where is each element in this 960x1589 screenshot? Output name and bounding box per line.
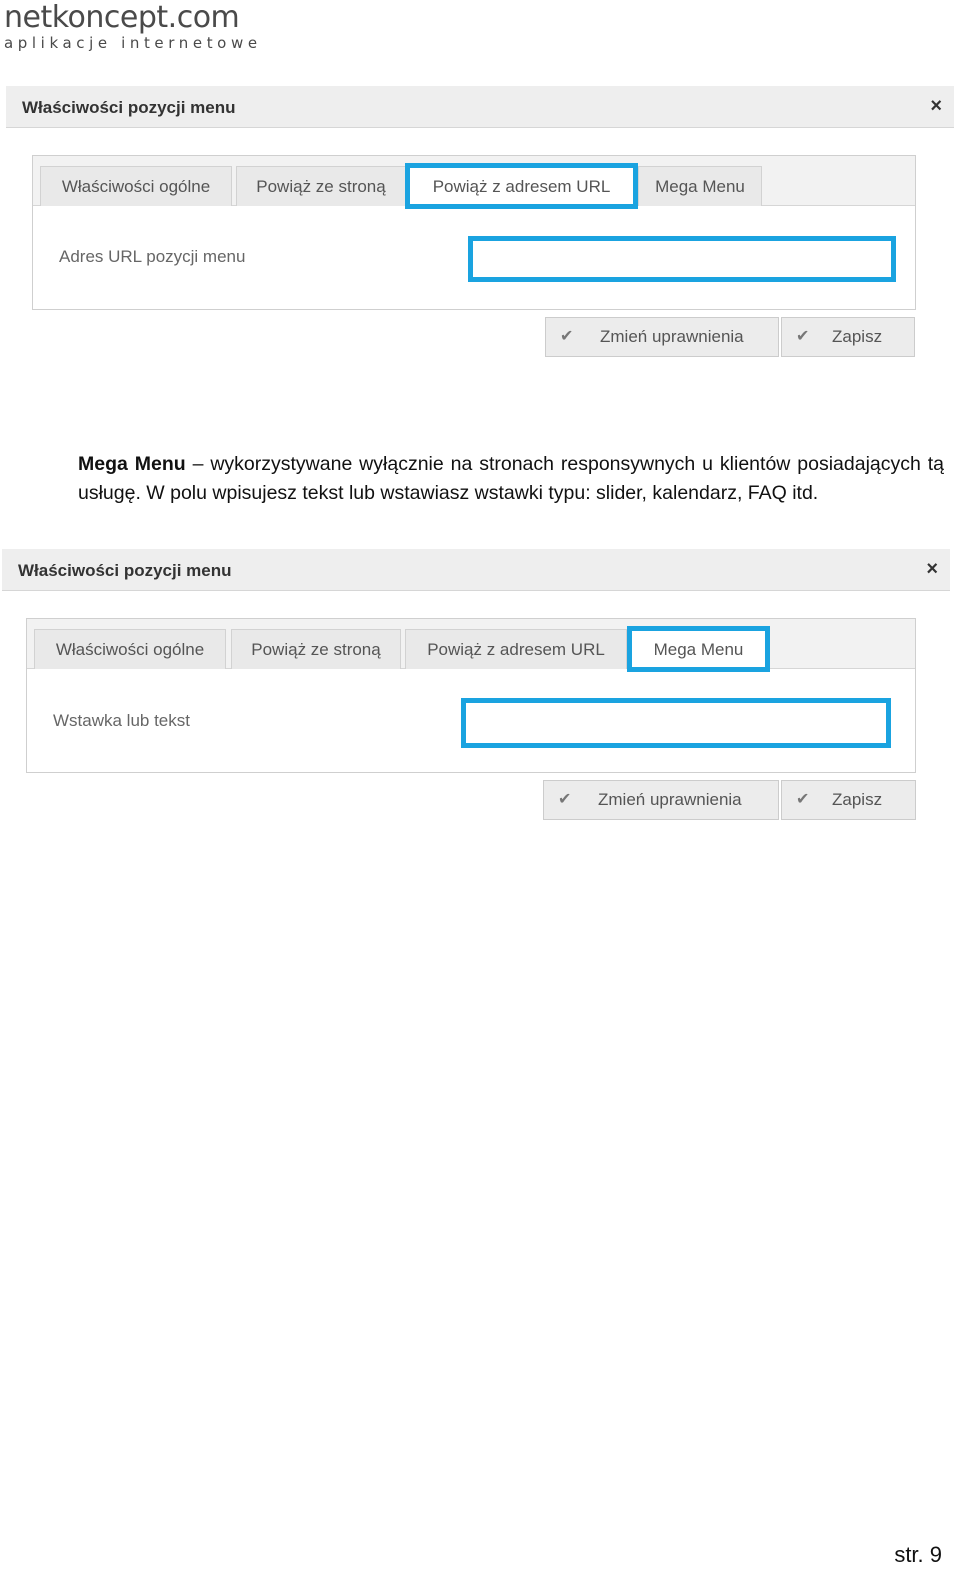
tab-link-to-url[interactable]: Powiąż z adresem URL [405, 629, 627, 669]
tab-strip: Właściwości ogólne Powiąż ze stroną Powi… [33, 156, 915, 209]
dialog-title: Właściwości pozycji menu [18, 561, 232, 580]
tab-panel: Właściwości ogólne Powiąż ze stroną Powi… [32, 155, 916, 310]
logo-tagline: aplikacje internetowe [4, 34, 262, 52]
save-button[interactable]: ✔ Zapisz [781, 317, 915, 357]
description-text: wykorzystywane wyłącznie na stronach res… [78, 453, 945, 504]
tab-link-to-page[interactable]: Powiąż ze stroną [231, 629, 401, 669]
tab-mega-menu[interactable]: Mega Menu [627, 626, 770, 672]
insert-or-text-label: Wstawka lub tekst [53, 711, 190, 730]
mega-menu-description: Mega Menu – wykorzystywane wyłącznie na … [78, 450, 944, 508]
dialog-title: Właściwości pozycji menu [22, 98, 236, 117]
tab-mega-menu[interactable]: Mega Menu [638, 166, 762, 206]
description-term: Mega Menu [78, 453, 186, 475]
check-icon: ✔ [560, 328, 574, 345]
dialog-title-bar: Właściwości pozycji menu × [2, 549, 950, 591]
page-number: str. 9 [894, 1542, 942, 1567]
netkoncept-logo: netkoncept.com aplikacje internetowe [4, 0, 262, 52]
logo-name: netkoncept.com [4, 0, 240, 35]
tab-general-properties[interactable]: Właściwości ogólne [40, 166, 232, 206]
tab-link-to-url[interactable]: Powiąż z adresem URL [405, 163, 638, 209]
insert-or-text-input[interactable] [461, 698, 891, 748]
save-button[interactable]: ✔ Zapisz [781, 780, 916, 820]
tab-strip: Właściwości ogólne Powiąż ze stroną Powi… [27, 619, 915, 672]
check-icon: ✔ [796, 791, 810, 808]
close-icon[interactable]: × [930, 95, 942, 118]
dialog-title-bar: Właściwości pozycji menu × [6, 86, 954, 128]
description-dash: – [192, 453, 204, 475]
close-icon[interactable]: × [926, 558, 938, 581]
url-field-label: Adres URL pozycji menu [59, 247, 246, 266]
check-icon: ✔ [796, 328, 810, 345]
url-input[interactable] [468, 236, 896, 282]
tab-panel: Właściwości ogólne Powiąż ze stroną Powi… [26, 618, 916, 773]
change-permissions-button[interactable]: ✔ Zmień uprawnienia [545, 317, 779, 357]
menu-item-properties-dialog-url: Właściwości pozycji menu × Właściwości o… [6, 86, 954, 390]
tab-link-to-page[interactable]: Powiąż ze stroną [236, 166, 406, 206]
tab-general-properties[interactable]: Właściwości ogólne [34, 629, 226, 669]
menu-item-properties-dialog-mega-menu: Właściwości pozycji menu × Właściwości o… [2, 549, 950, 839]
change-permissions-button[interactable]: ✔ Zmień uprawnienia [543, 780, 779, 820]
check-icon: ✔ [558, 791, 572, 808]
